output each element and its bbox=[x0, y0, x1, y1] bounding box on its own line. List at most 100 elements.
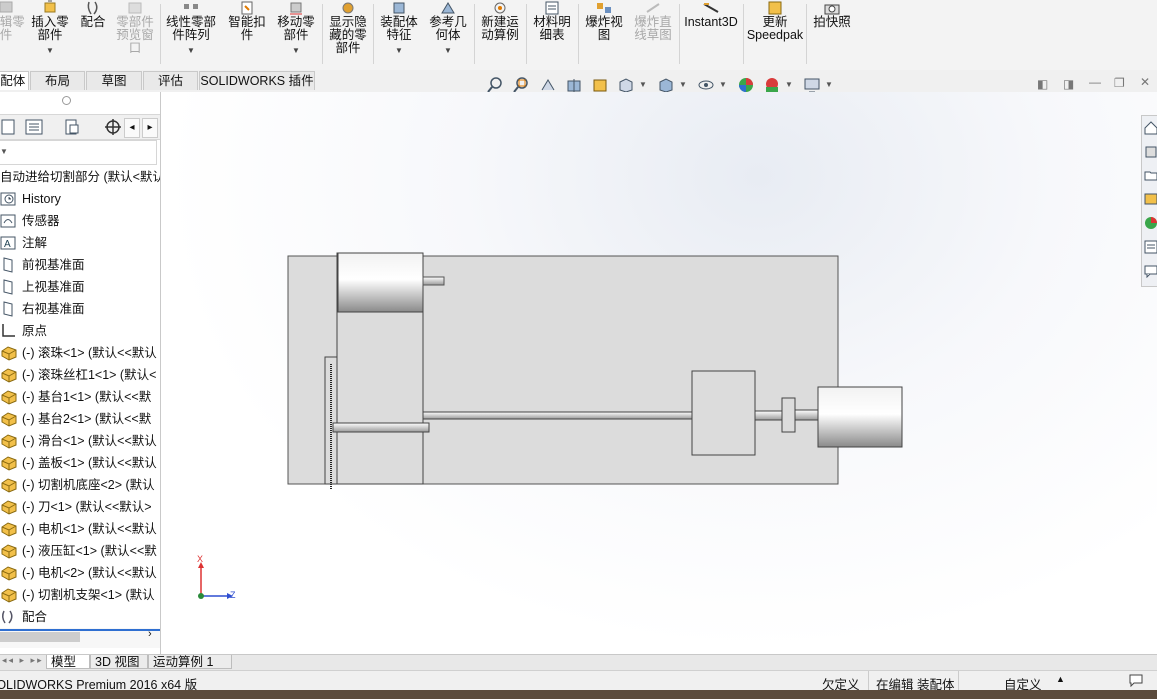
tree-item[interactable]: 右视基准面 bbox=[0, 298, 160, 320]
tree-item[interactable]: (-) 电机<1> (默认<<默认 bbox=[0, 518, 160, 540]
chevron-up-icon[interactable]: ▲ bbox=[1056, 674, 1065, 684]
tree-item[interactable]: 前视基准面 bbox=[0, 254, 160, 276]
filter-icon: ▼ bbox=[0, 147, 8, 156]
tab-scroll-arrows[interactable]: ◂◂ ▸ ▸▸ bbox=[2, 655, 44, 666]
tree-root-assembly[interactable]: 自动进给切割部分 (默认<默认 bbox=[0, 166, 160, 188]
tree-item[interactable]: (-) 滚珠<1> (默认<<默认 bbox=[0, 342, 160, 364]
tab-model[interactable]: 模型 bbox=[46, 655, 90, 669]
assembly-model[interactable] bbox=[161, 92, 1157, 654]
edit-part-button[interactable]: 编辑零 件 bbox=[0, 0, 26, 66]
close-icon[interactable]: ✕ bbox=[1140, 75, 1150, 89]
tab-sketch[interactable]: 草图 bbox=[86, 71, 142, 90]
quick-tips-icon[interactable] bbox=[1128, 673, 1144, 690]
sliding-table[interactable] bbox=[691, 370, 756, 456]
part-icon bbox=[0, 367, 18, 383]
tree-item[interactable]: (-) 盖板<1> (默认<<默认 bbox=[0, 452, 160, 474]
tile-left-icon[interactable]: ◧ bbox=[1037, 77, 1048, 91]
exploded-view-button[interactable]: 爆炸视 图 bbox=[580, 0, 628, 66]
custom-properties-icon[interactable] bbox=[1144, 240, 1157, 254]
coupling[interactable] bbox=[781, 397, 796, 433]
chevron-down-icon[interactable]: ▼ bbox=[28, 44, 72, 57]
new-motion-study-button[interactable]: 新建运 动算例 bbox=[477, 0, 523, 66]
component-preview-button[interactable]: 零部件 预览窗 口 bbox=[112, 0, 158, 66]
chevron-down-icon[interactable]: ▼ bbox=[425, 44, 471, 57]
property-manager-tab[interactable] bbox=[18, 117, 52, 137]
chevron-left-icon[interactable]: ◂ bbox=[124, 118, 140, 138]
upper-motor[interactable] bbox=[337, 252, 424, 313]
chevron-down-icon[interactable]: ▼ bbox=[639, 80, 647, 89]
slider-bar[interactable] bbox=[332, 422, 430, 433]
coupling-shaft[interactable] bbox=[754, 410, 784, 421]
tree-item[interactable]: 原点 bbox=[0, 320, 160, 342]
tree-item[interactable]: 传感器 bbox=[0, 210, 160, 232]
chevron-down-icon[interactable]: ▼ bbox=[376, 44, 422, 57]
chevron-down-icon[interactable]: ▼ bbox=[163, 44, 219, 57]
chevron-right-icon[interactable]: ▸ bbox=[142, 118, 158, 138]
explode-line-sketch-button[interactable]: 爆炸直 线草图 bbox=[630, 0, 676, 66]
tree-item[interactable]: (-) 基台1<1> (默认<<默 bbox=[0, 386, 160, 408]
tab-layout[interactable]: 布局 bbox=[30, 71, 85, 90]
feature-manager-panel: ◂ ▸ ▼ 自动进给切割部分 (默认<默认 History 传感器 A 注解 前视基准面… bbox=[0, 92, 161, 654]
tree-item[interactable]: (-) 刀<1> (默认<<默认> bbox=[0, 496, 160, 518]
graphics-area[interactable]: X Z bbox=[161, 92, 1157, 654]
tree-item-label: 配合 bbox=[22, 610, 48, 624]
tab-assembly[interactable]: 装配体 bbox=[0, 71, 29, 90]
motor-shaft[interactable] bbox=[794, 409, 819, 421]
tree-item-label: (-) 基台2<1> (默认<<默 bbox=[22, 412, 152, 426]
show-hidden-components-button[interactable]: 显示隐 藏的零 部件 bbox=[325, 0, 371, 66]
part-icon bbox=[0, 499, 18, 515]
tab-solidworks-addins[interactable]: SOLIDWORKS 插件 bbox=[199, 71, 315, 90]
tab-motion-study[interactable]: 运动算例 1 bbox=[148, 655, 232, 669]
linear-pattern-button[interactable]: 线性零部 件阵列 ▼ bbox=[163, 0, 219, 66]
assembly-feature-button[interactable]: 装配体 特征 ▼ bbox=[376, 0, 422, 66]
chevron-down-icon[interactable]: ▼ bbox=[273, 44, 319, 57]
smart-fastener-icon bbox=[241, 1, 253, 15]
mates-folder-icon bbox=[0, 609, 18, 625]
tab-3d-views[interactable]: 3D 视图 bbox=[90, 655, 148, 669]
minimize-icon[interactable]: — bbox=[1089, 75, 1101, 89]
tree-filter-field[interactable]: ▼ bbox=[0, 140, 157, 165]
drive-motor[interactable] bbox=[817, 386, 903, 448]
tree-item[interactable]: (-) 切割机支架<1> (默认 bbox=[0, 584, 160, 606]
upper-motor-shaft[interactable] bbox=[422, 276, 445, 286]
tree-item[interactable]: (-) 基台2<1> (默认<<默 bbox=[0, 408, 160, 430]
chevron-down-icon[interactable]: ▼ bbox=[719, 80, 727, 89]
file-explorer-icon[interactable] bbox=[1144, 168, 1157, 182]
bom-button[interactable]: 材料明 细表 bbox=[529, 0, 575, 66]
panel-collapse-handle[interactable] bbox=[62, 96, 71, 105]
design-library-icon[interactable] bbox=[1144, 145, 1157, 159]
feature-tree-tab[interactable] bbox=[0, 117, 18, 137]
restore-icon[interactable]: ❐ bbox=[1114, 76, 1125, 90]
tree-item[interactable]: (-) 电机<2> (默认<<默认 bbox=[0, 562, 160, 584]
instant3d-button[interactable]: Instant3D bbox=[682, 0, 740, 66]
insert-component-button[interactable]: 插入零 部件 ▼ bbox=[28, 0, 72, 66]
appearances-icon[interactable] bbox=[1144, 216, 1157, 230]
tree-item[interactable]: 配合 bbox=[0, 606, 160, 628]
tree-horizontal-scrollbar[interactable]: › bbox=[0, 628, 160, 648]
tab-evaluate[interactable]: 评估 bbox=[143, 71, 198, 90]
configuration-manager-tab[interactable] bbox=[56, 117, 90, 137]
smart-fastener-button[interactable]: 智能扣 件 bbox=[224, 0, 270, 66]
move-component-button[interactable]: 移动零 部件 ▼ bbox=[273, 0, 319, 66]
plane-icon bbox=[0, 279, 18, 295]
tree-item[interactable]: 上视基准面 bbox=[0, 276, 160, 298]
solidworks-forum-icon[interactable] bbox=[1144, 264, 1157, 279]
view-palette-icon[interactable] bbox=[1144, 192, 1157, 206]
reference-geometry-button[interactable]: 参考几 何体 ▼ bbox=[425, 0, 471, 66]
tree-item[interactable]: (-) 滚珠丝杠1<1> (默认< bbox=[0, 364, 160, 386]
mate-button[interactable]: 配合 bbox=[76, 0, 110, 66]
chevron-down-icon[interactable]: ▼ bbox=[825, 80, 833, 89]
scrollbar-thumb[interactable] bbox=[0, 632, 80, 642]
home-icon[interactable] bbox=[1144, 121, 1157, 135]
update-speedpak-button[interactable]: 更新 Speedpak bbox=[746, 0, 804, 66]
tree-item[interactable]: A 注解 bbox=[0, 232, 160, 254]
ribbon-separator bbox=[373, 4, 374, 64]
tree-item[interactable]: History bbox=[0, 188, 160, 210]
chevron-down-icon[interactable]: ▼ bbox=[679, 80, 687, 89]
tree-item[interactable]: (-) 液压缸<1> (默认<<默 bbox=[0, 540, 160, 562]
tree-item[interactable]: (-) 滑台<1> (默认<<默认 bbox=[0, 430, 160, 452]
tree-item[interactable]: (-) 切割机底座<2> (默认 bbox=[0, 474, 160, 496]
snapshot-button[interactable]: 拍快照 bbox=[809, 0, 855, 66]
chevron-down-icon[interactable]: ▼ bbox=[785, 80, 793, 89]
tile-right-icon[interactable]: ◨ bbox=[1063, 77, 1074, 91]
